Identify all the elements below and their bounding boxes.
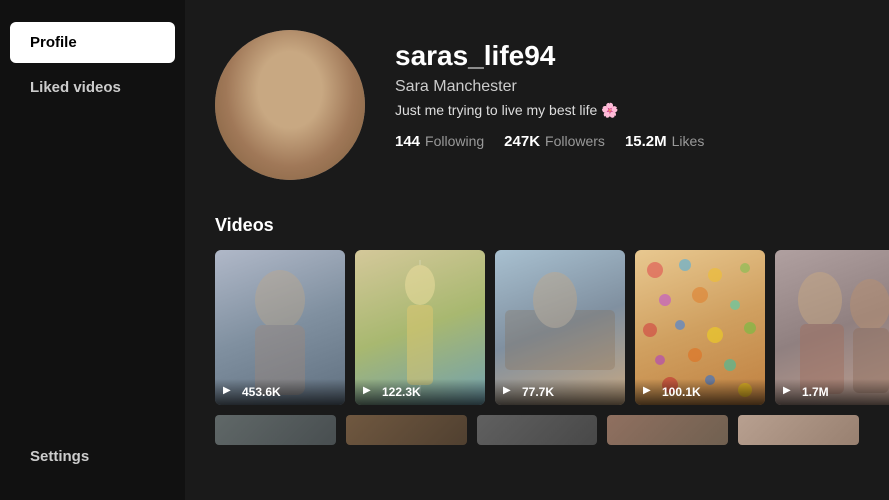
video-card-row2-5[interactable] [738,415,859,445]
video-overlay-5: ▶ 1.7M [775,379,889,405]
video-card-row2-2[interactable] [346,415,467,445]
video-card-row2-1[interactable] [215,415,336,445]
video-card-5[interactable]: ▶ 1.7M [775,250,889,405]
display-name: Sara Manchester [395,78,704,96]
username: saras_life94 [395,40,704,72]
profile-info: saras_life94 Sara Manchester Just me try… [395,30,704,150]
followers-count: 247K [504,133,540,150]
main-content: saras_life94 Sara Manchester Just me try… [185,0,889,500]
play-icon-5: ▶ [783,385,797,399]
likes-count: 15.2M [625,133,667,150]
sidebar-item-liked-videos-label: Liked videos [30,79,121,96]
following-label: Following [425,133,484,149]
video-overlay-4: ▶ 100.1K [635,379,765,405]
view-count-2: 122.3K [382,385,421,399]
likes-label: Likes [672,133,705,149]
video-card-1[interactable]: ▶ 453.6K [215,250,345,405]
followers-label: Followers [545,133,605,149]
view-count-3: 77.7K [522,385,554,399]
play-icon-3: ▶ [503,385,517,399]
sidebar-item-profile-label: Profile [30,34,77,51]
profile-header: saras_life94 Sara Manchester Just me try… [215,30,859,180]
stat-likes: 15.2M Likes [625,133,704,150]
video-card-4[interactable]: ▶ 100.1K [635,250,765,405]
sidebar-item-profile[interactable]: Profile [10,22,175,63]
sidebar-item-settings-label: Settings [30,448,89,465]
avatar [215,30,365,180]
play-icon-4: ▶ [643,385,657,399]
play-icon-2: ▶ [363,385,377,399]
view-count-4: 100.1K [662,385,701,399]
play-icon-1: ▶ [223,385,237,399]
videos-grid: ▶ 453.6K ▶ 122.3K [215,250,859,405]
view-count-5: 1.7M [802,385,829,399]
second-row [215,415,859,445]
avatar-image [215,30,365,180]
video-overlay-1: ▶ 453.6K [215,379,345,405]
video-card-row2-4[interactable] [607,415,728,445]
video-overlay-2: ▶ 122.3K [355,379,485,405]
video-card-row2-3[interactable] [477,415,598,445]
view-count-1: 453.6K [242,385,281,399]
video-card-2[interactable]: ▶ 122.3K [355,250,485,405]
bio: Just me trying to live my best life 🌸 [395,102,704,119]
video-card-3[interactable]: ▶ 77.7K [495,250,625,405]
following-count: 144 [395,133,420,150]
video-overlay-3: ▶ 77.7K [495,379,625,405]
videos-section: Videos ▶ 453.6K [215,215,859,445]
sidebar: Profile Liked videos Settings [0,0,185,500]
stat-followers: 247K Followers [504,133,605,150]
videos-section-title: Videos [215,215,859,236]
stats: 144 Following 247K Followers 15.2M Likes [395,133,704,150]
stat-following: 144 Following [395,133,484,150]
sidebar-item-settings[interactable]: Settings [10,436,175,478]
sidebar-item-liked-videos[interactable]: Liked videos [10,67,175,108]
